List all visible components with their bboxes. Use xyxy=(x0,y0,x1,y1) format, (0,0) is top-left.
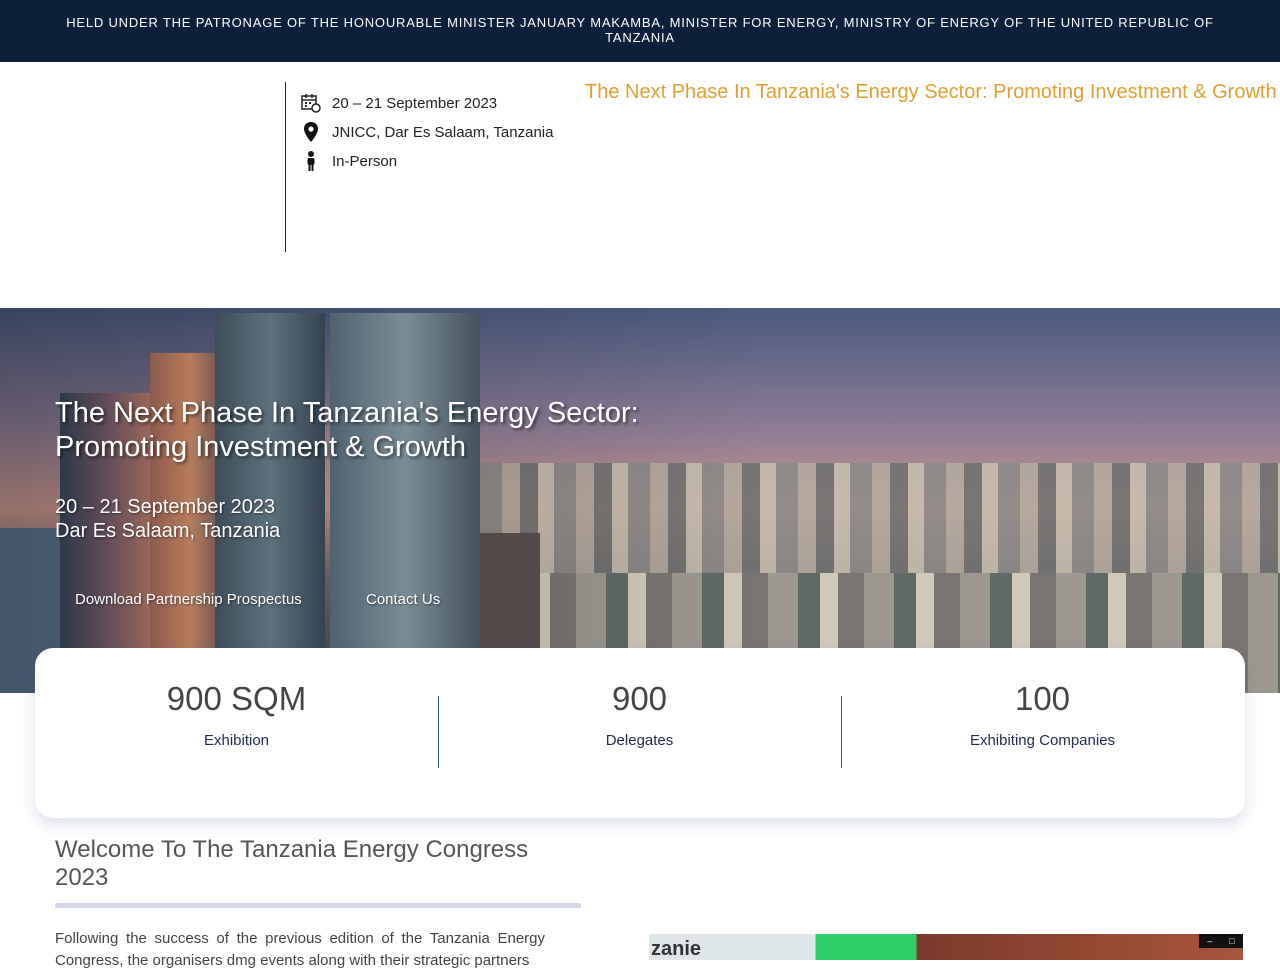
video-controls[interactable]: – □ xyxy=(1199,934,1243,948)
stat-value: 100 xyxy=(1014,680,1071,717)
maximize-icon[interactable]: □ xyxy=(1229,936,1234,946)
stat-label: Exhibiting Companies xyxy=(969,732,1116,749)
event-date-row: 20 – 21 September 2023 xyxy=(300,92,497,114)
stat-exhibition: 900 SQM Exhibition xyxy=(35,680,438,749)
minimize-icon[interactable]: – xyxy=(1207,936,1212,946)
stat-value: 900 SQM xyxy=(166,680,307,717)
event-format: In-Person xyxy=(332,152,398,170)
event-video[interactable]: zanie – □ xyxy=(649,934,1243,960)
hero-date-block: 20 – 21 September 2023 Dar Es Salaam, Ta… xyxy=(55,495,280,543)
stat-label: Delegates xyxy=(605,732,674,749)
stat-delegates: 900 Delegates xyxy=(438,680,841,749)
stat-label: Exhibition xyxy=(203,732,270,749)
location-pin-icon xyxy=(300,121,322,143)
event-venue-row: JNICC, Dar Es Salaam, Tanzania xyxy=(300,121,553,143)
contact-us-button[interactable]: Contact Us xyxy=(366,591,440,608)
event-date: 20 – 21 September 2023 xyxy=(332,94,498,112)
calendar-icon xyxy=(300,92,322,114)
hero-date: 20 – 21 September 2023 xyxy=(55,496,276,518)
stat-exhibiting-companies: 100 Exhibiting Companies xyxy=(841,680,1244,749)
stat-value: 900 xyxy=(611,680,668,717)
patronage-banner: HELD UNDER THE PATRONAGE OF THE HONOURAB… xyxy=(0,0,1280,62)
person-icon xyxy=(300,150,322,172)
event-format-row: In-Person xyxy=(300,150,397,172)
hero-location: Dar Es Salaam, Tanzania xyxy=(55,520,281,542)
event-info-bar: 20 – 21 September 2023 JNICC, Dar Es Sal… xyxy=(0,62,1280,308)
welcome-title: Welcome To The Tanzania Energy Congress … xyxy=(55,836,529,891)
hero-banner: The Next Phase In Tanzania's Energy Sect… xyxy=(0,308,1280,693)
stats-card: 900 SQM Exhibition 900 Delegates 100 Exh… xyxy=(35,648,1245,818)
info-divider xyxy=(285,82,286,252)
hero-title: The Next Phase In Tanzania's Energy Sect… xyxy=(55,397,639,463)
welcome-paragraph: Following the success of the previous ed… xyxy=(55,930,545,969)
welcome-underline xyxy=(55,903,581,908)
patronage-text: HELD UNDER THE PATRONAGE OF THE HONOURAB… xyxy=(66,15,1214,45)
event-tagline: The Next Phase In Tanzania's Energy Sect… xyxy=(585,81,1277,103)
video-brand-text: zanie xyxy=(651,938,702,960)
download-prospectus-button[interactable]: Download Partnership Prospectus xyxy=(75,591,302,608)
event-venue: JNICC, Dar Es Salaam, Tanzania xyxy=(332,123,554,141)
